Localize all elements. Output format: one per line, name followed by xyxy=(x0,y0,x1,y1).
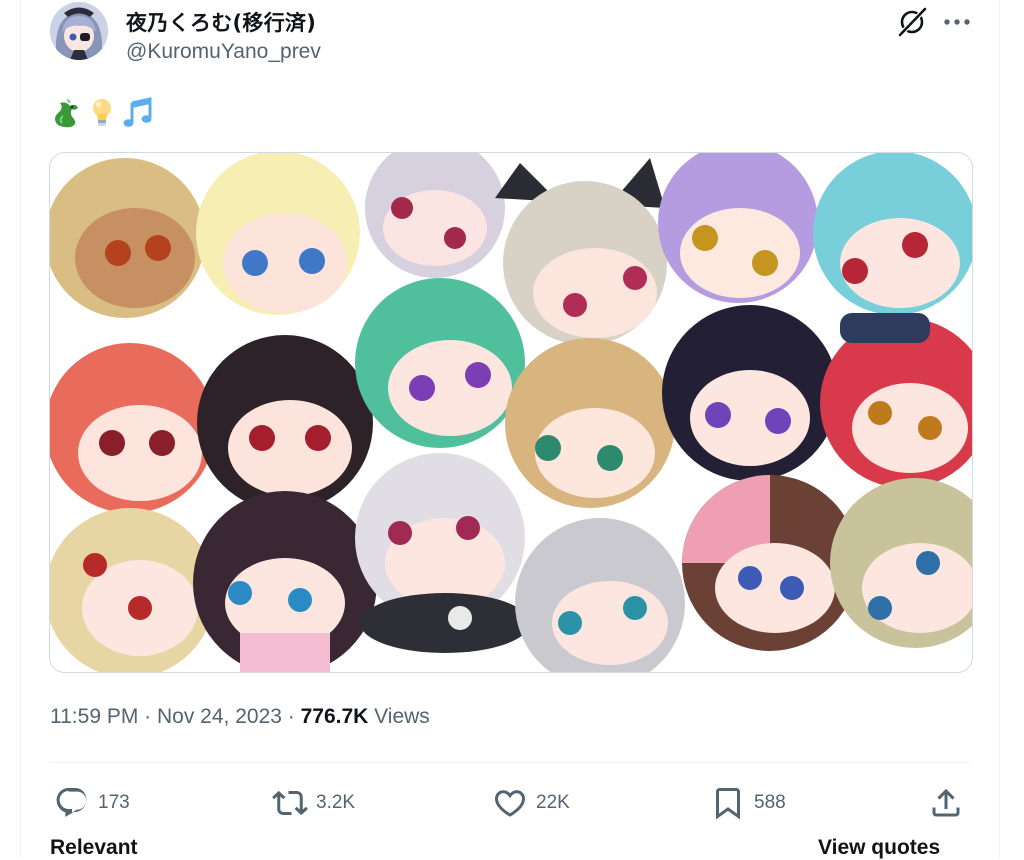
bookmark-count: 588 xyxy=(754,792,786,813)
author-avatar[interactable] xyxy=(50,2,108,60)
author-handle[interactable]: @KuromuYano_prev xyxy=(126,40,321,64)
tweet-text xyxy=(50,95,154,129)
bookmark-button[interactable]: 588 xyxy=(710,780,786,826)
tweet-media-image[interactable] xyxy=(49,152,973,673)
repost-count: 3.2K xyxy=(316,792,356,813)
share-button[interactable] xyxy=(928,780,964,826)
meta-separator: · xyxy=(281,705,301,728)
repost-button[interactable]: 3.2K xyxy=(272,780,355,826)
relevant-replies-toggle[interactable]: Relevant xyxy=(50,836,138,860)
dragon-emoji xyxy=(55,98,78,128)
avatar-image xyxy=(50,2,108,60)
tweet-time[interactable]: 11:59 PM xyxy=(50,705,138,728)
music-notes-emoji xyxy=(123,97,152,127)
repost-icon xyxy=(272,790,308,816)
divider xyxy=(49,762,971,763)
like-button[interactable]: 22K xyxy=(492,780,570,826)
more-icon[interactable] xyxy=(942,8,972,36)
tweet-meta: 11:59 PM · Nov 24, 2023 · 776.7K Views xyxy=(50,705,430,729)
reply-icon xyxy=(56,788,87,817)
light-bulb-emoji xyxy=(93,99,111,126)
like-count: 22K xyxy=(536,792,570,813)
reply-button[interactable]: 173 xyxy=(54,780,130,826)
views-label: Views xyxy=(368,705,430,728)
views-count: 776.7K xyxy=(300,705,369,728)
tweet-date[interactable]: Nov 24, 2023 xyxy=(157,705,282,728)
heart-icon xyxy=(494,790,526,817)
action-bar: 173 3.2K 22K 588 xyxy=(0,780,1024,826)
grok-icon[interactable] xyxy=(895,5,929,39)
share-icon xyxy=(932,788,960,817)
author-display-name[interactable]: 夜乃くろむ(移行済) xyxy=(126,7,316,37)
bookmark-icon xyxy=(716,788,740,820)
chibi-characters-illustration xyxy=(50,153,972,672)
meta-separator: · xyxy=(138,705,157,728)
view-quotes-link[interactable]: View quotes xyxy=(818,836,940,860)
reply-count: 173 xyxy=(98,792,130,813)
